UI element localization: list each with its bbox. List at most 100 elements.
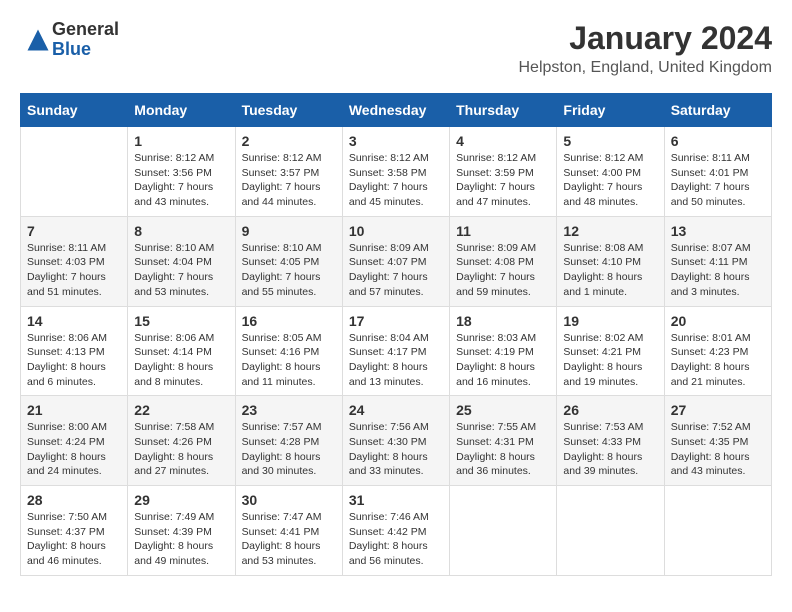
day-number: 13 bbox=[671, 223, 765, 239]
day-info: Sunrise: 8:12 AM Sunset: 3:58 PM Dayligh… bbox=[349, 151, 443, 210]
calendar-cell: 30 Sunrise: 7:47 AM Sunset: 4:41 PM Dayli… bbox=[235, 486, 342, 576]
month-year-title: January 2024 bbox=[519, 20, 773, 57]
location-subtitle: Helpston, England, United Kingdom bbox=[519, 59, 773, 77]
day-info: Sunrise: 8:00 AM Sunset: 4:24 PM Dayligh… bbox=[27, 420, 121, 479]
day-info: Sunrise: 8:06 AM Sunset: 4:13 PM Dayligh… bbox=[27, 331, 121, 390]
day-info: Sunrise: 8:06 AM Sunset: 4:14 PM Dayligh… bbox=[134, 331, 228, 390]
logo-icon bbox=[24, 26, 52, 54]
day-number: 6 bbox=[671, 133, 765, 149]
calendar-cell: 15 Sunrise: 8:06 AM Sunset: 4:14 PM Dayli… bbox=[128, 306, 235, 396]
calendar-cell bbox=[664, 486, 771, 576]
calendar-cell: 14 Sunrise: 8:06 AM Sunset: 4:13 PM Dayli… bbox=[21, 306, 128, 396]
day-number: 25 bbox=[456, 402, 550, 418]
calendar-cell: 9 Sunrise: 8:10 AM Sunset: 4:05 PM Daylig… bbox=[235, 216, 342, 306]
calendar-cell bbox=[450, 486, 557, 576]
day-info: Sunrise: 8:05 AM Sunset: 4:16 PM Dayligh… bbox=[242, 331, 336, 390]
calendar-cell: 24 Sunrise: 7:56 AM Sunset: 4:30 PM Dayli… bbox=[342, 396, 449, 486]
calendar-cell bbox=[557, 486, 664, 576]
calendar-cell: 6 Sunrise: 8:11 AM Sunset: 4:01 PM Daylig… bbox=[664, 127, 771, 217]
logo-general: General bbox=[52, 20, 119, 40]
calendar-week-row: 14 Sunrise: 8:06 AM Sunset: 4:13 PM Dayli… bbox=[21, 306, 772, 396]
day-number: 5 bbox=[563, 133, 657, 149]
day-number: 19 bbox=[563, 313, 657, 329]
calendar-cell: 13 Sunrise: 8:07 AM Sunset: 4:11 PM Dayli… bbox=[664, 216, 771, 306]
day-info: Sunrise: 7:57 AM Sunset: 4:28 PM Dayligh… bbox=[242, 420, 336, 479]
day-info: Sunrise: 8:11 AM Sunset: 4:01 PM Dayligh… bbox=[671, 151, 765, 210]
day-number: 12 bbox=[563, 223, 657, 239]
calendar-week-row: 7 Sunrise: 8:11 AM Sunset: 4:03 PM Daylig… bbox=[21, 216, 772, 306]
day-info: Sunrise: 8:10 AM Sunset: 4:05 PM Dayligh… bbox=[242, 241, 336, 300]
calendar-cell: 3 Sunrise: 8:12 AM Sunset: 3:58 PM Daylig… bbox=[342, 127, 449, 217]
day-info: Sunrise: 7:52 AM Sunset: 4:35 PM Dayligh… bbox=[671, 420, 765, 479]
calendar-cell: 17 Sunrise: 8:04 AM Sunset: 4:17 PM Dayli… bbox=[342, 306, 449, 396]
calendar-cell: 29 Sunrise: 7:49 AM Sunset: 4:39 PM Dayli… bbox=[128, 486, 235, 576]
weekday-header-tuesday: Tuesday bbox=[235, 94, 342, 127]
day-info: Sunrise: 8:12 AM Sunset: 3:59 PM Dayligh… bbox=[456, 151, 550, 210]
day-number: 16 bbox=[242, 313, 336, 329]
weekday-header-sunday: Sunday bbox=[21, 94, 128, 127]
day-number: 23 bbox=[242, 402, 336, 418]
day-number: 10 bbox=[349, 223, 443, 239]
calendar-cell: 25 Sunrise: 7:55 AM Sunset: 4:31 PM Dayli… bbox=[450, 396, 557, 486]
day-number: 18 bbox=[456, 313, 550, 329]
calendar-week-row: 1Sunrise: 8:12 AM Sunset: 3:56 PM Daylig… bbox=[21, 127, 772, 217]
day-number: 26 bbox=[563, 402, 657, 418]
day-number: 21 bbox=[27, 402, 121, 418]
calendar-cell: 5 Sunrise: 8:12 AM Sunset: 4:00 PM Daylig… bbox=[557, 127, 664, 217]
day-info: Sunrise: 8:08 AM Sunset: 4:10 PM Dayligh… bbox=[563, 241, 657, 300]
calendar-cell: 12 Sunrise: 8:08 AM Sunset: 4:10 PM Dayli… bbox=[557, 216, 664, 306]
calendar-cell: 18 Sunrise: 8:03 AM Sunset: 4:19 PM Dayli… bbox=[450, 306, 557, 396]
day-info: Sunrise: 7:50 AM Sunset: 4:37 PM Dayligh… bbox=[27, 510, 121, 569]
day-number: 24 bbox=[349, 402, 443, 418]
calendar-cell: 31Sunrise: 7:46 AM Sunset: 4:42 PM Dayli… bbox=[342, 486, 449, 576]
day-info: Sunrise: 8:03 AM Sunset: 4:19 PM Dayligh… bbox=[456, 331, 550, 390]
calendar-table: SundayMondayTuesdayWednesdayThursdayFrid… bbox=[20, 93, 772, 576]
day-info: Sunrise: 8:12 AM Sunset: 3:56 PM Dayligh… bbox=[134, 151, 228, 210]
day-number: 20 bbox=[671, 313, 765, 329]
day-number: 15 bbox=[134, 313, 228, 329]
calendar-cell: 2Sunrise: 8:12 AM Sunset: 3:57 PM Daylig… bbox=[235, 127, 342, 217]
day-number: 9 bbox=[242, 223, 336, 239]
day-info: Sunrise: 8:09 AM Sunset: 4:07 PM Dayligh… bbox=[349, 241, 443, 300]
day-number: 30 bbox=[242, 492, 336, 508]
calendar-cell: 8Sunrise: 8:10 AM Sunset: 4:04 PM Daylig… bbox=[128, 216, 235, 306]
title-section: January 2024 Helpston, England, United K… bbox=[519, 20, 773, 77]
day-info: Sunrise: 8:04 AM Sunset: 4:17 PM Dayligh… bbox=[349, 331, 443, 390]
day-number: 22 bbox=[134, 402, 228, 418]
day-info: Sunrise: 8:11 AM Sunset: 4:03 PM Dayligh… bbox=[27, 241, 121, 300]
day-info: Sunrise: 7:56 AM Sunset: 4:30 PM Dayligh… bbox=[349, 420, 443, 479]
day-info: Sunrise: 8:01 AM Sunset: 4:23 PM Dayligh… bbox=[671, 331, 765, 390]
calendar-week-row: 28 Sunrise: 7:50 AM Sunset: 4:37 PM Dayli… bbox=[21, 486, 772, 576]
calendar-cell: 19Sunrise: 8:02 AM Sunset: 4:21 PM Dayli… bbox=[557, 306, 664, 396]
calendar-cell: 22 Sunrise: 7:58 AM Sunset: 4:26 PM Dayli… bbox=[128, 396, 235, 486]
day-info: Sunrise: 7:53 AM Sunset: 4:33 PM Dayligh… bbox=[563, 420, 657, 479]
day-info: Sunrise: 7:49 AM Sunset: 4:39 PM Dayligh… bbox=[134, 510, 228, 569]
day-number: 7 bbox=[27, 223, 121, 239]
calendar-cell: 16 Sunrise: 8:05 AM Sunset: 4:16 PM Dayli… bbox=[235, 306, 342, 396]
day-info: Sunrise: 7:58 AM Sunset: 4:26 PM Dayligh… bbox=[134, 420, 228, 479]
calendar-cell: 28 Sunrise: 7:50 AM Sunset: 4:37 PM Dayli… bbox=[21, 486, 128, 576]
weekday-header-saturday: Saturday bbox=[664, 94, 771, 127]
day-number: 3 bbox=[349, 133, 443, 149]
weekday-header-monday: Monday bbox=[128, 94, 235, 127]
day-info: Sunrise: 8:07 AM Sunset: 4:11 PM Dayligh… bbox=[671, 241, 765, 300]
page-header: General Blue January 2024 Helpston, Engl… bbox=[20, 20, 772, 77]
calendar-cell: 1Sunrise: 8:12 AM Sunset: 3:56 PM Daylig… bbox=[128, 127, 235, 217]
logo-text: General Blue bbox=[52, 20, 119, 60]
weekday-header-thursday: Thursday bbox=[450, 94, 557, 127]
day-number: 31 bbox=[349, 492, 443, 508]
day-info: Sunrise: 8:10 AM Sunset: 4:04 PM Dayligh… bbox=[134, 241, 228, 300]
day-info: Sunrise: 8:12 AM Sunset: 4:00 PM Dayligh… bbox=[563, 151, 657, 210]
day-info: Sunrise: 7:47 AM Sunset: 4:41 PM Dayligh… bbox=[242, 510, 336, 569]
day-number: 29 bbox=[134, 492, 228, 508]
calendar-cell: 4Sunrise: 8:12 AM Sunset: 3:59 PM Daylig… bbox=[450, 127, 557, 217]
day-info: Sunrise: 7:55 AM Sunset: 4:31 PM Dayligh… bbox=[456, 420, 550, 479]
calendar-cell: 23 Sunrise: 7:57 AM Sunset: 4:28 PM Dayli… bbox=[235, 396, 342, 486]
day-number: 14 bbox=[27, 313, 121, 329]
day-number: 17 bbox=[349, 313, 443, 329]
logo: General Blue bbox=[20, 20, 119, 60]
weekday-header-friday: Friday bbox=[557, 94, 664, 127]
calendar-cell: 27Sunrise: 7:52 AM Sunset: 4:35 PM Dayli… bbox=[664, 396, 771, 486]
day-number: 28 bbox=[27, 492, 121, 508]
calendar-week-row: 21 Sunrise: 8:00 AM Sunset: 4:24 PM Dayli… bbox=[21, 396, 772, 486]
